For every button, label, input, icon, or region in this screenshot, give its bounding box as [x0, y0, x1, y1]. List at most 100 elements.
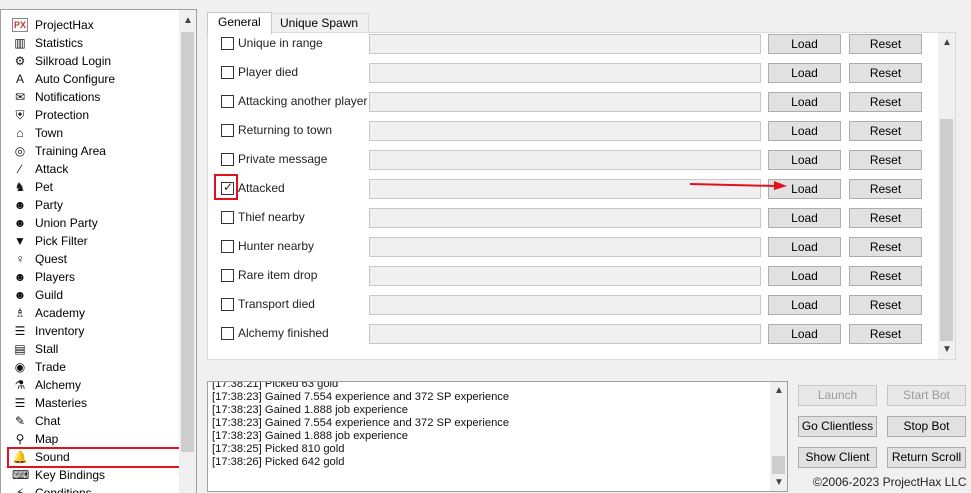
tab-general[interactable]: General: [207, 12, 272, 34]
sidebar-item-key-bindings[interactable]: ⌨ Key Bindings: [1, 466, 182, 484]
panel-scrollbar[interactable]: ▲ ▼: [938, 33, 955, 359]
sidebar-item-attack[interactable]: ⁄ Attack: [1, 160, 182, 178]
sidebar-item-academy[interactable]: ♗ Academy: [1, 304, 182, 322]
log-scroll-thumb[interactable]: [772, 456, 785, 474]
enable-checkbox[interactable]: [221, 66, 234, 79]
load-button[interactable]: Load: [768, 266, 841, 286]
sidebar-item-stall[interactable]: ▤ Stall: [1, 340, 182, 358]
sound-file-path-field[interactable]: [369, 237, 761, 257]
sidebar-item-inventory[interactable]: ☰ Inventory: [1, 322, 182, 340]
load-button[interactable]: Load: [768, 208, 841, 228]
sound-file-path-field[interactable]: [369, 121, 761, 141]
reset-button[interactable]: Reset: [849, 179, 922, 199]
show-client-button[interactable]: Show Client: [798, 447, 877, 468]
reset-button[interactable]: Reset: [849, 324, 922, 344]
sound-file-path-field[interactable]: [369, 150, 761, 170]
sound-file-path-field[interactable]: [369, 92, 761, 112]
sidebar-item-masteries[interactable]: ☰ Masteries: [1, 394, 182, 412]
sidebar-item-label: Stall: [35, 342, 59, 356]
log-line: [17:38:26] Picked 642 gold: [212, 456, 345, 468]
sidebar-item-party[interactable]: ☻ Party: [1, 196, 182, 214]
scroll-down-icon[interactable]: ▼: [942, 344, 952, 355]
sidebar-item-protection[interactable]: ⛨ Protection: [1, 106, 182, 124]
reset-button[interactable]: Reset: [849, 266, 922, 286]
enable-checkbox[interactable]: [221, 211, 234, 224]
sound-row: Private message Load Reset: [208, 149, 934, 171]
sidebar-item-quest[interactable]: ♀ Quest: [1, 250, 182, 268]
reset-button[interactable]: Reset: [849, 92, 922, 112]
sound-file-path-field[interactable]: [369, 208, 761, 228]
sidebar-item-projecthax[interactable]: PX ProjectHax: [1, 16, 182, 34]
sidebar-item-players[interactable]: ☻ Players: [1, 268, 182, 286]
load-button[interactable]: Load: [768, 34, 841, 54]
sound-file-path-field[interactable]: [369, 295, 761, 315]
sidebar-item-pet[interactable]: ♞ Pet: [1, 178, 182, 196]
enable-checkbox[interactable]: [221, 298, 234, 311]
sidebar-item-town[interactable]: ⌂ Town: [1, 124, 182, 142]
sidebar-item-alchemy[interactable]: ⚗ Alchemy: [1, 376, 182, 394]
sidebar-item-auto-configure[interactable]: A Auto Configure: [1, 70, 182, 88]
sidebar-item-sound[interactable]: 🔔 Sound: [1, 447, 182, 468]
reset-button[interactable]: Reset: [849, 237, 922, 257]
reset-button[interactable]: Reset: [849, 63, 922, 83]
log-line: [17:38:25] Picked 810 gold: [212, 443, 345, 455]
conditions-icon: ⚡: [15, 486, 25, 493]
sidebar-item-map[interactable]: ⚲ Map: [1, 430, 182, 448]
launch-button[interactable]: Launch: [798, 385, 877, 406]
load-button[interactable]: Load: [768, 324, 841, 344]
enable-checkbox[interactable]: [221, 269, 234, 282]
sound-file-path-field[interactable]: [369, 266, 761, 286]
sidebar-item-training-area[interactable]: ◎ Training Area: [1, 142, 182, 160]
scroll-up-icon[interactable]: ▲: [183, 15, 193, 26]
reset-button[interactable]: Reset: [849, 121, 922, 141]
enable-checkbox[interactable]: [221, 327, 234, 340]
return-scroll-button[interactable]: Return Scroll: [887, 447, 966, 468]
sound-row: Attacking another player Load Reset: [208, 91, 934, 113]
sound-file-path-field[interactable]: [369, 324, 761, 344]
sidebar-scroll-thumb[interactable]: [181, 32, 194, 452]
load-button[interactable]: Load: [768, 121, 841, 141]
load-button[interactable]: Load: [768, 237, 841, 257]
log-scrollbar[interactable]: ▲ ▼: [770, 382, 787, 491]
sidebar-item-notifications[interactable]: ✉ Notifications: [1, 88, 182, 106]
sidebar-item-label: Academy: [35, 306, 86, 320]
stop-bot-button[interactable]: Stop Bot: [887, 416, 966, 437]
load-button[interactable]: Load: [768, 150, 841, 170]
enable-checkbox[interactable]: [221, 124, 234, 137]
tab-unique-spawn[interactable]: Unique Spawn: [269, 13, 370, 33]
enable-checkbox[interactable]: [221, 240, 234, 253]
sidebar-item-guild[interactable]: ☻ Guild: [1, 286, 182, 304]
scroll-up-icon[interactable]: ▲: [774, 385, 784, 396]
sidebar-item-union-party[interactable]: ☻ Union Party: [1, 214, 182, 232]
sidebar-item-silkroad-login[interactable]: ⚙ Silkroad Login: [1, 52, 182, 70]
reset-button[interactable]: Reset: [849, 208, 922, 228]
sidebar-item-chat[interactable]: ✎ Chat: [1, 412, 182, 430]
enable-checkbox[interactable]: [221, 95, 234, 108]
load-button[interactable]: Load: [768, 92, 841, 112]
enable-checkbox[interactable]: [221, 153, 234, 166]
scroll-down-icon[interactable]: ▼: [774, 477, 784, 488]
log-line: [17:38:23] Gained 1.888 job experience: [212, 430, 408, 442]
sidebar-item-pick-filter[interactable]: ▼ Pick Filter: [1, 232, 182, 250]
sidebar-scrollbar[interactable]: ▲: [179, 10, 196, 493]
load-button[interactable]: Load: [768, 63, 841, 83]
enable-checkbox[interactable]: [221, 180, 234, 195]
enable-checkbox[interactable]: [221, 37, 234, 50]
sidebar-item-conditions[interactable]: ⚡ Conditions: [1, 484, 182, 493]
sidebar-item-trade[interactable]: ◉ Trade: [1, 358, 182, 376]
sound-file-path-field[interactable]: [369, 63, 761, 83]
sound-file-path-field[interactable]: [369, 34, 761, 54]
reset-button[interactable]: Reset: [849, 150, 922, 170]
log-output[interactable]: [17:38:21] Picked 63 gold [17:38:23] Gain…: [207, 381, 788, 492]
reset-button[interactable]: Reset: [849, 295, 922, 315]
log-line: [17:38:23] Gained 1.888 job experience: [212, 404, 408, 416]
load-button[interactable]: Load: [768, 295, 841, 315]
go-clientless-button[interactable]: Go Clientless: [798, 416, 877, 437]
panel-scroll-thumb[interactable]: [940, 119, 953, 341]
sound-event-label: Private message: [238, 152, 328, 166]
sword-icon: ⁄: [18, 162, 21, 176]
sidebar-item-statistics[interactable]: ▥ Statistics: [1, 34, 182, 52]
scroll-up-icon[interactable]: ▲: [942, 37, 952, 48]
reset-button[interactable]: Reset: [849, 34, 922, 54]
start-bot-button[interactable]: Start Bot: [887, 385, 966, 406]
